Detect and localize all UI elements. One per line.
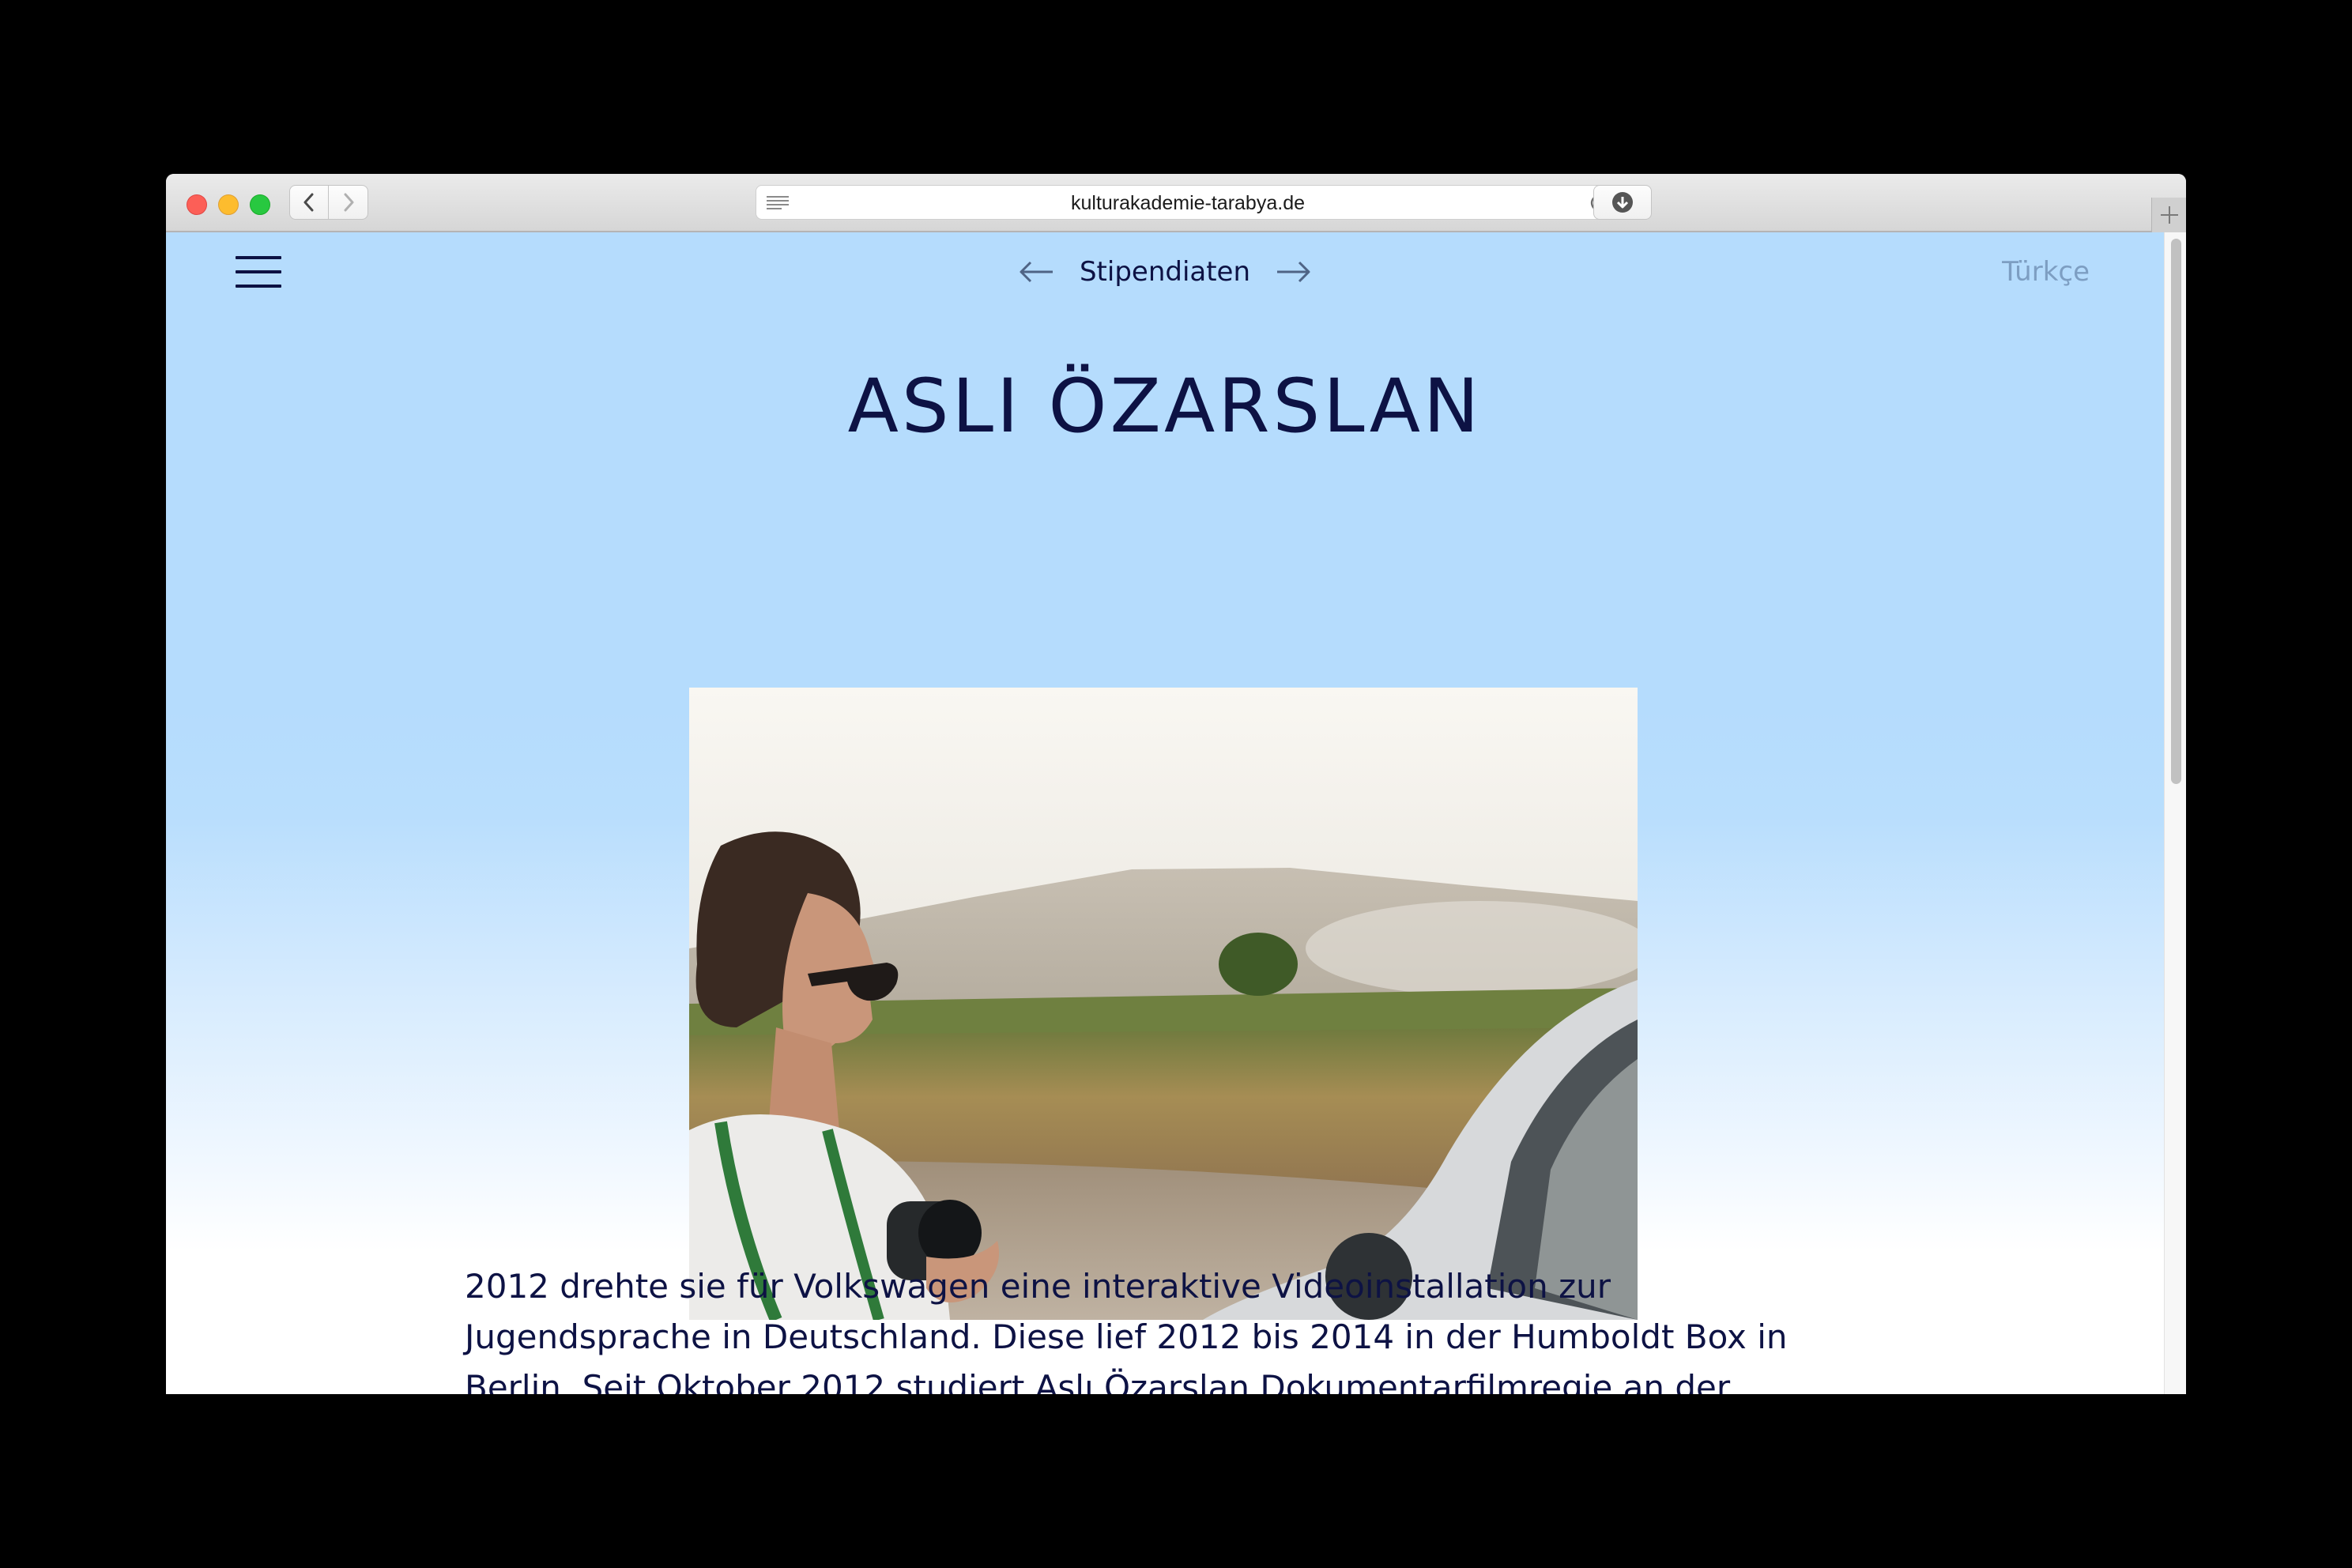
page-scrollbar[interactable] [2164,232,2186,1394]
page-title: ASLI ÖZARSLAN [847,364,1483,450]
scrollbar-thumb[interactable] [2171,239,2181,784]
web-page: Stipendiaten Türkçe ASLI ÖZARSLAN 2012 d… [166,232,2164,1394]
plus-icon [2160,206,2178,224]
close-window-button[interactable] [187,194,207,215]
forward-button[interactable] [329,185,368,220]
language-switch-link[interactable]: Türkçe [2002,256,2090,288]
biography-text: 2012 drehte sie für Volkswagen eine inte… [465,1267,1788,1394]
downloads-button[interactable] [1593,185,1652,220]
portrait-photo [689,688,1638,1320]
minimize-window-button[interactable] [218,194,239,215]
browser-window: kulturakademie-tarabya.de Stipendiaten T… [166,174,2186,1394]
arrow-right-icon[interactable] [1276,260,1312,284]
download-icon [1612,192,1633,213]
section-navigation: Stipendiaten [166,256,2164,288]
browser-toolbar: kulturakademie-tarabya.de [166,174,2186,232]
zoom-window-button[interactable] [250,194,270,215]
url-text: kulturakademie-tarabya.de [1071,192,1305,214]
address-bar[interactable]: kulturakademie-tarabya.de [756,185,1620,220]
new-tab-button[interactable] [2151,198,2186,232]
chevron-left-icon [303,193,314,212]
back-button[interactable] [289,185,329,220]
section-label[interactable]: Stipendiaten [1080,256,1250,288]
chevron-right-icon [344,193,353,212]
arrow-left-icon[interactable] [1018,260,1054,284]
